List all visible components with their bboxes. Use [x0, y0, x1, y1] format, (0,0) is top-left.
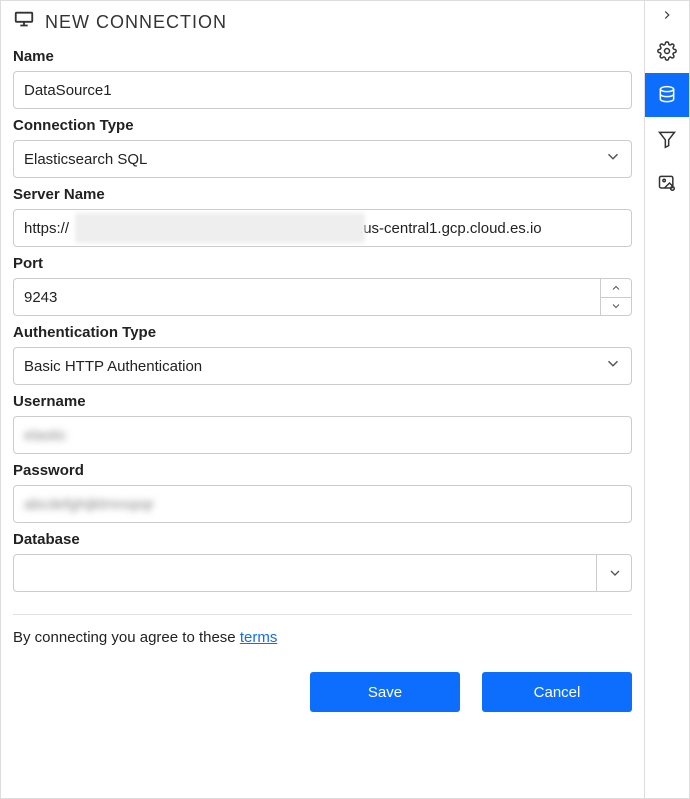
port-label: Port [13, 255, 632, 272]
database-select[interactable] [13, 554, 632, 592]
side-rail [645, 1, 689, 798]
redacted-text: elastic [24, 427, 67, 444]
password-field-group: Password abcdefghijklmnopqr [13, 462, 632, 523]
port-step-down-button[interactable] [601, 298, 631, 316]
database-label: Database [13, 531, 632, 548]
terms-link[interactable]: terms [240, 629, 278, 646]
username-input[interactable]: elastic [13, 416, 632, 454]
redacted-region [75, 213, 365, 243]
port-spinner [600, 278, 632, 316]
main-panel: NEW CONNECTION Name Connection Type Elas… [1, 1, 645, 798]
save-button[interactable]: Save [310, 672, 460, 712]
rail-datasource-button[interactable] [645, 73, 689, 117]
server-name-label: Server Name [13, 186, 632, 203]
auth-type-label: Authentication Type [13, 324, 632, 341]
password-input[interactable]: abcdefghijklmnopqr [13, 485, 632, 523]
port-step-up-button[interactable] [601, 279, 631, 298]
name-field-group: Name [13, 48, 632, 109]
connection-icon [13, 9, 35, 36]
rail-image-settings-button[interactable] [645, 161, 689, 205]
divider [13, 614, 632, 615]
database-field-group: Database [13, 531, 632, 592]
terms-prefix: By connecting you agree to these [13, 629, 240, 646]
username-field-group: Username elastic [13, 393, 632, 454]
connection-type-value: Elasticsearch SQL [24, 151, 147, 168]
auth-type-value: Basic HTTP Authentication [24, 358, 202, 375]
connection-form: Name Connection Type Elasticsearch SQL S… [1, 40, 644, 672]
port-input[interactable] [13, 278, 600, 316]
name-label: Name [13, 48, 632, 65]
server-suffix: .us-central1.gcp.cloud.es.io [359, 220, 542, 237]
rail-filter-button[interactable] [645, 117, 689, 161]
password-label: Password [13, 462, 632, 479]
panel-header: NEW CONNECTION [1, 1, 644, 40]
username-label: Username [13, 393, 632, 410]
redacted-text: abcdefghijklmnopqr [24, 496, 154, 513]
server-name-field-group: Server Name https:// .us-central1.gcp.cl… [13, 186, 632, 247]
panel-title: NEW CONNECTION [45, 12, 227, 33]
name-input[interactable] [13, 71, 632, 109]
connection-type-label: Connection Type [13, 117, 632, 134]
auth-type-field-group: Authentication Type Basic HTTP Authentic… [13, 324, 632, 385]
connection-type-field-group: Connection Type Elasticsearch SQL [13, 117, 632, 178]
connection-type-select[interactable]: Elasticsearch SQL [13, 140, 632, 178]
auth-type-select[interactable]: Basic HTTP Authentication [13, 347, 632, 385]
terms-row: By connecting you agree to these terms [13, 629, 632, 660]
rail-settings-button[interactable] [645, 29, 689, 73]
collapse-button[interactable] [645, 1, 689, 29]
cancel-button[interactable]: Cancel [482, 672, 632, 712]
server-prefix: https:// [24, 220, 69, 237]
footer-actions: Save Cancel [1, 672, 644, 724]
port-field-group: Port [13, 255, 632, 316]
